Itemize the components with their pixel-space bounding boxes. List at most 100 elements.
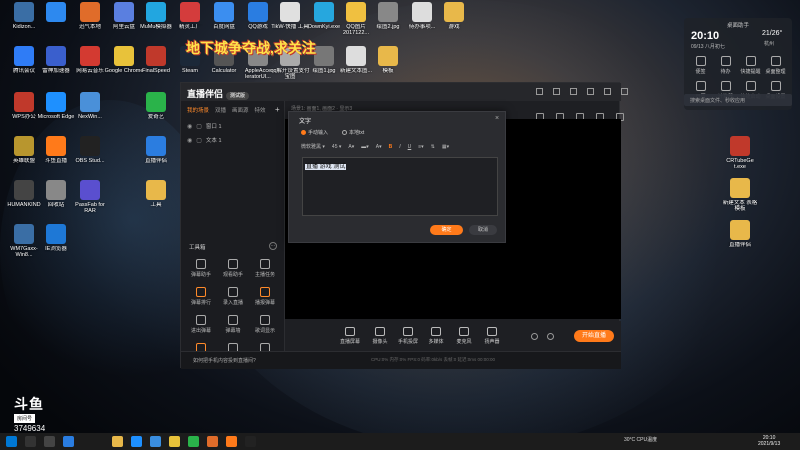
douyu-icon[interactable] bbox=[226, 436, 237, 447]
background-color-icon[interactable]: ▬▾ bbox=[361, 144, 369, 150]
wechat-icon[interactable] bbox=[188, 436, 199, 447]
toolbox-item[interactable]: 观看助手 bbox=[217, 259, 249, 278]
dialog-cancel-button[interactable]: 取消 bbox=[469, 225, 497, 235]
source-button[interactable]: 多媒体 bbox=[423, 327, 449, 345]
source-button[interactable]: 摄像头 bbox=[367, 327, 393, 345]
chrome-icon[interactable] bbox=[169, 436, 180, 447]
help-tip-link[interactable]: 如何把手机内容投到直播间? bbox=[193, 357, 256, 364]
align-icon[interactable]: ≡▾ bbox=[418, 144, 423, 150]
widget-shortcut[interactable]: 待办 bbox=[713, 56, 738, 75]
toolbox-grid: 弹幕助手观看助手主播任务弹幕排行录入直播播报弹幕进出弹幕弹幕墙歌词显示更多 bbox=[185, 259, 285, 362]
close-icon[interactable] bbox=[621, 88, 628, 95]
desktop-icon[interactable]: 直播伴侣 bbox=[720, 220, 760, 248]
edge-icon[interactable] bbox=[131, 436, 142, 447]
lock-icon[interactable]: ▢ bbox=[196, 137, 202, 144]
bold-icon[interactable]: B bbox=[389, 144, 393, 150]
app-icon bbox=[14, 2, 34, 22]
lock-icon[interactable]: ▢ bbox=[196, 123, 202, 130]
widget-search-input[interactable]: 搜索桌面文件、秒收应用 bbox=[684, 94, 792, 106]
font-select[interactable]: 微软雅黑 ▾ bbox=[301, 143, 325, 150]
app-icon bbox=[280, 2, 300, 22]
taskbar-clock[interactable]: 20:10 2021/9/13 bbox=[758, 435, 780, 447]
stroke-color-icon[interactable]: A▾ bbox=[376, 144, 382, 150]
radio-local-txt[interactable]: 本地txt bbox=[342, 129, 364, 136]
scene-tab[interactable]: 双播 bbox=[215, 106, 226, 114]
text-color-icon[interactable]: A▾ bbox=[348, 144, 354, 150]
search-icon[interactable] bbox=[25, 436, 36, 447]
maximize-icon[interactable] bbox=[604, 88, 611, 95]
toolbox-item[interactable]: 进出弹幕 bbox=[185, 315, 217, 334]
menu-icon[interactable] bbox=[570, 88, 577, 95]
desktop-icon[interactable]: 直播伴侣 bbox=[136, 136, 176, 164]
scene-panel: 我的场景 双播 画面源 特效 + ◉ ▢ 窗口 1 ◉ ▢ 文本 1 工具箱 ⋯ 弹幕助手 观看助… bbox=[181, 101, 285, 369]
scene-tab[interactable]: 画面源 bbox=[232, 106, 249, 114]
layer-item[interactable]: ◉ ▢ 窗口 1 bbox=[181, 119, 284, 133]
toolbox-item[interactable]: 主播任务 bbox=[249, 259, 281, 278]
scene-tab[interactable]: 特效 bbox=[255, 106, 266, 114]
layout-grid-icon[interactable]: ▦▾ bbox=[442, 144, 449, 150]
widget-shortcut[interactable]: 桌面整理 bbox=[763, 56, 788, 75]
toolbox-title: 工具箱 bbox=[189, 245, 206, 251]
desktop-icon[interactable]: 工具 bbox=[136, 180, 176, 208]
desktop-icon[interactable]: 游戏 bbox=[434, 2, 474, 30]
room-label: 房间号 bbox=[14, 414, 36, 423]
toolbox-more-button[interactable]: ⋯ bbox=[269, 242, 277, 250]
eye-icon[interactable]: ◉ bbox=[187, 123, 192, 130]
source-button-label: 直播屏幕 bbox=[339, 339, 360, 345]
cortana-icon[interactable] bbox=[44, 436, 55, 447]
underline-icon[interactable]: U bbox=[408, 144, 412, 150]
minimize-icon[interactable] bbox=[587, 88, 594, 95]
music-icon[interactable] bbox=[207, 436, 218, 447]
source-button[interactable]: 直播屏幕 bbox=[337, 327, 363, 345]
task-view-icon[interactable] bbox=[63, 436, 74, 447]
desktop-icon[interactable]: 爱奇艺 bbox=[136, 92, 176, 120]
tray-weather[interactable]: 30°C CPU温度 bbox=[624, 436, 657, 443]
toolbox-item[interactable]: 歌词显示 bbox=[249, 315, 281, 334]
desktop-icon[interactable]: NexWin... bbox=[70, 92, 110, 120]
start-live-button[interactable]: 开始直播 bbox=[574, 330, 614, 342]
shortcut-icon bbox=[770, 56, 781, 66]
toolbox-item[interactable]: 弹幕墙 bbox=[217, 315, 249, 334]
toolbox-item[interactable]: 录入直播 bbox=[217, 287, 249, 306]
settings-icon[interactable] bbox=[553, 88, 560, 95]
desktop-icon[interactable]: 模板 bbox=[368, 46, 408, 74]
store-icon[interactable] bbox=[150, 436, 161, 447]
desktop-icon[interactable]: OBS Stud... bbox=[70, 136, 110, 164]
image-icon bbox=[346, 2, 366, 22]
skin-icon[interactable] bbox=[536, 88, 543, 95]
scene-tab[interactable]: 我的场景 bbox=[187, 106, 209, 114]
toolbox-item[interactable]: 弹幕排行 bbox=[185, 287, 217, 306]
beauty-icon[interactable] bbox=[531, 333, 538, 340]
italic-icon[interactable]: I bbox=[399, 144, 400, 150]
app-icon bbox=[14, 224, 34, 244]
source-button[interactable]: 扬声器 bbox=[479, 327, 505, 345]
gear-icon[interactable] bbox=[547, 333, 554, 340]
shortcut-icon bbox=[720, 81, 731, 91]
layer-item[interactable]: ◉ ▢ 文本 1 bbox=[181, 133, 284, 147]
source-button[interactable]: 手机投屏 bbox=[395, 327, 421, 345]
desktop-icon[interactable]: 新建文本 表格模板 bbox=[720, 178, 760, 212]
desktop-icon[interactable]: CRTubeGe t.exe bbox=[720, 136, 760, 170]
desktop-icon[interactable]: PassFab for RAR bbox=[70, 180, 110, 214]
source-button[interactable]: 麦克风 bbox=[451, 327, 477, 345]
widget-shortcut[interactable]: 快捷提醒 bbox=[738, 56, 763, 75]
spacing-icon[interactable]: ⇅ bbox=[431, 144, 435, 150]
widget-shortcut[interactable]: 便签 bbox=[688, 56, 713, 75]
add-source-button[interactable]: + bbox=[275, 105, 280, 114]
text-content-input[interactable]: 直播 游戏 测试 bbox=[302, 157, 498, 216]
dialog-ok-button[interactable]: 确定 bbox=[430, 225, 463, 235]
eye-icon[interactable]: ◉ bbox=[187, 137, 192, 144]
desktop-icon[interactable]: IE浏览器 bbox=[36, 224, 76, 252]
app-title: 直播伴侣 bbox=[187, 89, 224, 99]
start-icon[interactable] bbox=[6, 436, 17, 447]
desktop-icon-label: 爱奇艺 bbox=[147, 114, 165, 120]
radio-manual-input[interactable]: 手动输入 bbox=[301, 129, 328, 136]
explorer-icon[interactable] bbox=[112, 436, 123, 447]
toolbox-item[interactable]: 弹幕助手 bbox=[185, 259, 217, 278]
desktop-icon-label: 游戏 bbox=[448, 24, 460, 30]
dialog-close-icon[interactable]: × bbox=[495, 115, 499, 122]
obs-icon[interactable] bbox=[245, 436, 256, 447]
window-controls bbox=[536, 88, 628, 95]
toolbox-item[interactable]: 播报弹幕 bbox=[249, 287, 281, 306]
font-size-select[interactable]: 45 ▾ bbox=[332, 144, 341, 150]
